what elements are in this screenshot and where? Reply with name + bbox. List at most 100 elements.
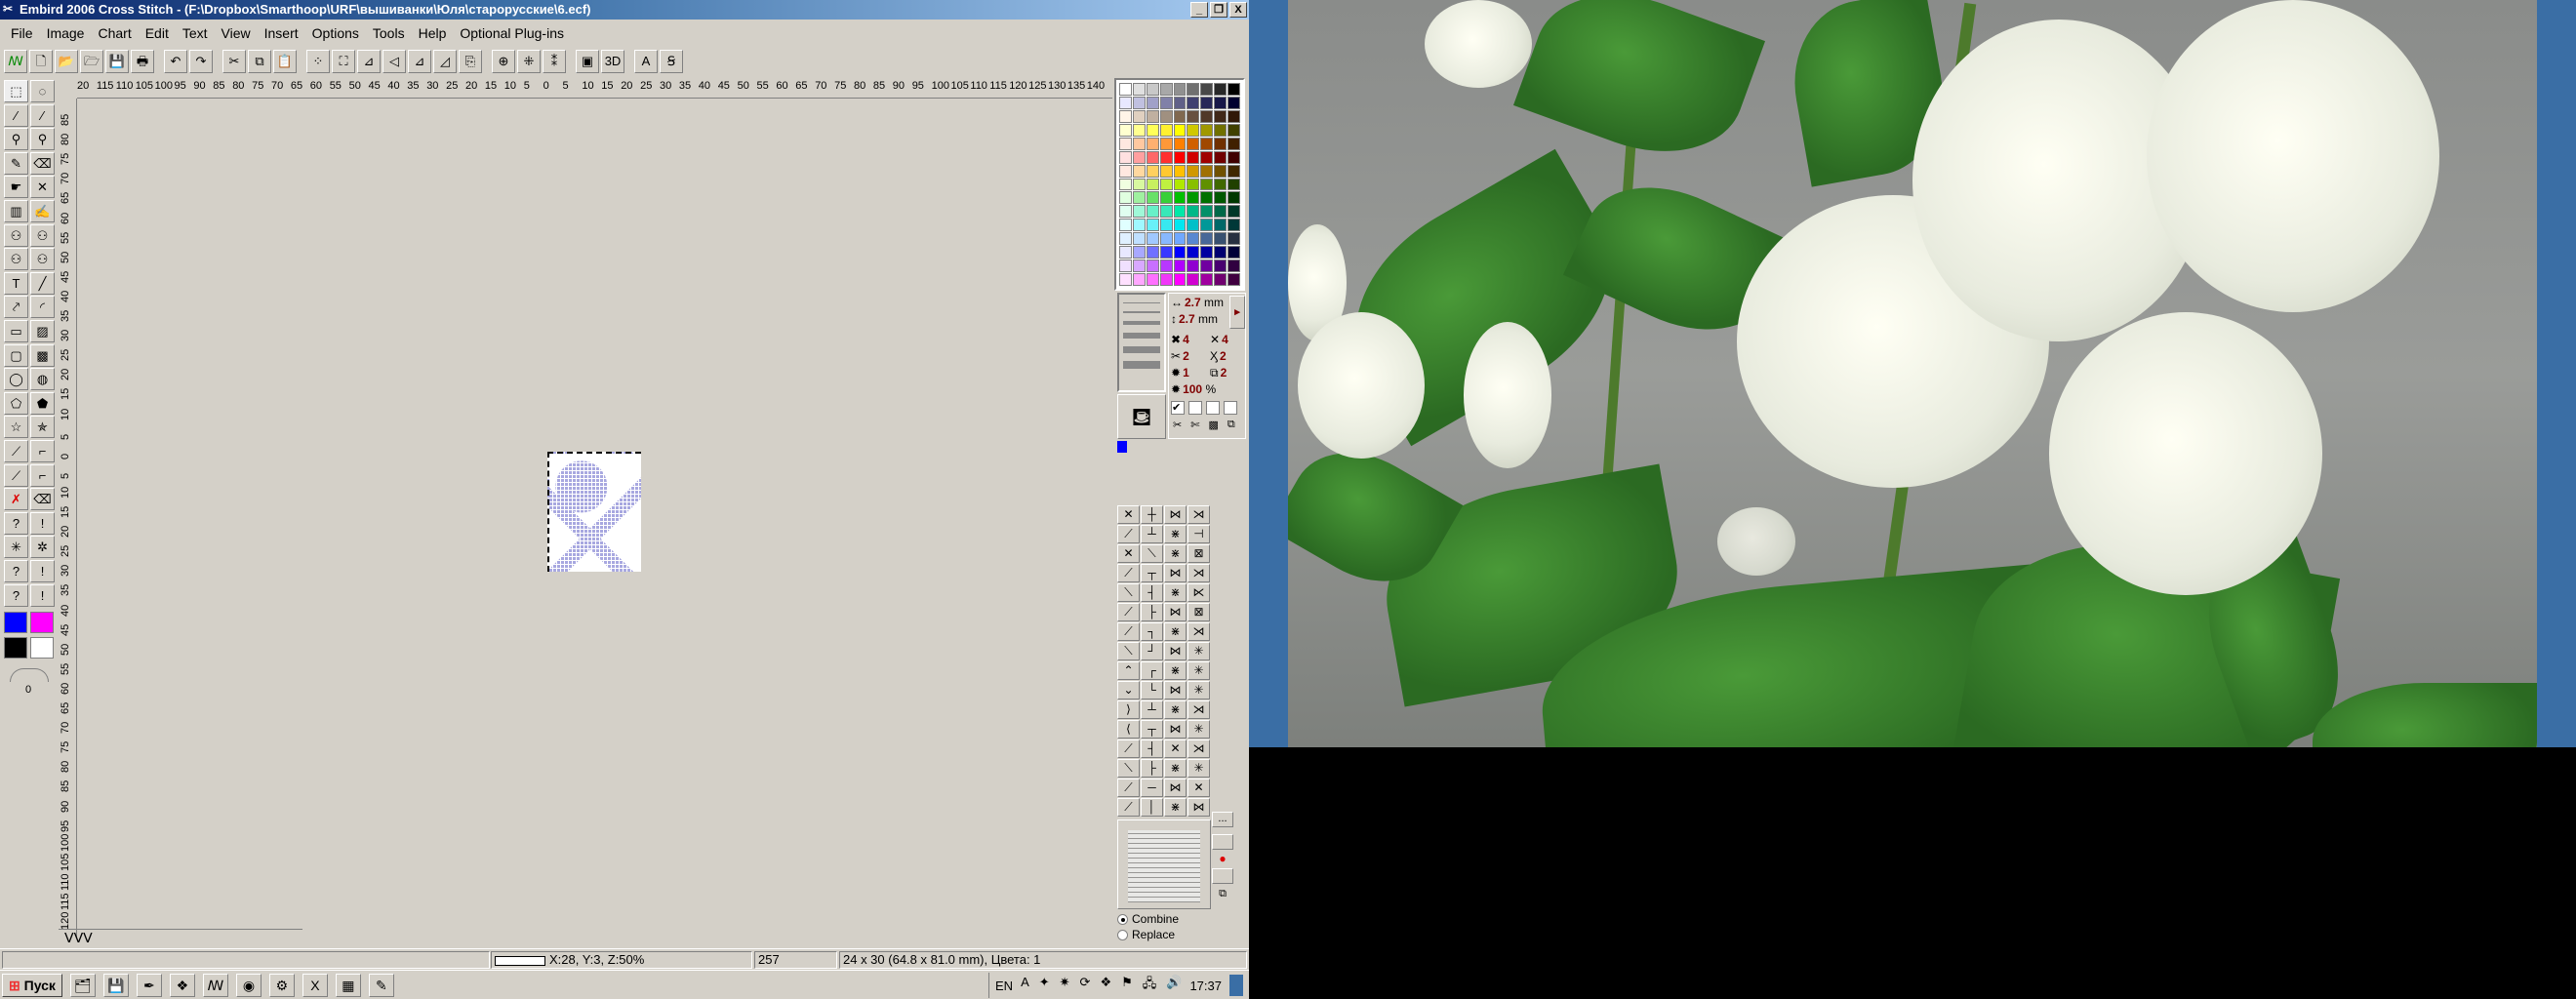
stitch-type-button[interactable]: ✕ [1117,505,1140,524]
stitch-type-button[interactable]: ⋈ [1164,505,1187,524]
stitch-type-button[interactable]: ├ [1141,759,1163,778]
palette-color[interactable] [1228,246,1240,260]
stitch-type-button[interactable]: ⟩ [1117,700,1140,719]
palette-color[interactable] [1146,123,1159,137]
more-button[interactable]: ... [1212,812,1233,827]
palette-color[interactable] [1200,96,1214,109]
clock[interactable]: 17:37 [1189,979,1222,993]
palette-color[interactable] [1146,164,1159,178]
palette-color[interactable] [1173,137,1187,150]
eyedropper-tool[interactable]: ⤤ [4,296,28,319]
palette-color[interactable] [1132,232,1146,246]
palette-color[interactable] [1200,232,1214,246]
stitch-type-button[interactable]: ⋈ [1164,564,1187,582]
magic-wand-tool[interactable]: ⁄ [4,103,28,127]
stitch-type-button[interactable]: ┬ [1141,564,1163,582]
dropbox-tray-tray-icon[interactable]: ❖ [1100,975,1111,996]
palette-color[interactable] [1132,164,1146,178]
palette-color[interactable] [1214,178,1228,191]
palette-color[interactable] [1228,219,1240,232]
palette-color[interactable] [1228,96,1240,109]
text-tool-tool[interactable]: T [4,271,28,295]
palette-color[interactable] [1200,137,1214,150]
open-button[interactable]: 📂 [55,50,78,73]
cut-button[interactable]: ✂ [222,50,246,73]
stitch-type-button[interactable]: ⊠ [1187,603,1210,621]
stitch-type-button[interactable]: ⊣ [1187,525,1210,543]
ellipse-tool[interactable]: ◯ [4,368,28,391]
palette-color[interactable] [1187,178,1200,191]
stitch-type-button[interactable]: ├ [1141,603,1163,621]
palette-color[interactable] [1119,164,1132,178]
stitch-type-button[interactable]: ⋇ [1164,798,1187,817]
stitch-type-button[interactable]: ⋈ [1164,779,1187,797]
palette-color[interactable] [1187,273,1200,286]
stitch-type-button[interactable]: ⋈ [1187,798,1210,817]
palette-color[interactable] [1200,246,1214,260]
palette-color[interactable] [1146,83,1159,96]
full-view-button[interactable]: ⛶ [332,50,355,73]
center-button[interactable]: ⊕ [492,50,515,73]
stitch-type-button[interactable]: ⟍ [1141,544,1163,563]
palette-color[interactable] [1173,150,1187,164]
notify-tray-icon[interactable]: ✦ [1039,975,1050,996]
stitch-type-button[interactable]: ⟋ [1117,739,1140,758]
palette-color[interactable] [1159,83,1173,96]
select-rect-tool[interactable]: ⬚ [4,80,28,102]
select-area-button[interactable]: ⁘ [306,50,330,73]
stitch-type-button[interactable]: ⋇ [1164,583,1187,602]
palette-color[interactable] [1200,164,1214,178]
palette-color[interactable] [1187,191,1200,205]
palette-color[interactable] [1173,191,1187,205]
taskbar-save-app-button[interactable]: 💾 [102,973,129,997]
center-h-button[interactable]: ⁑ [543,50,566,73]
acrobat-tray-icon[interactable]: A [1021,975,1029,996]
palette-color[interactable] [1119,96,1132,109]
palette-color[interactable] [1159,123,1173,137]
palette-color[interactable] [1200,273,1214,286]
magic-wand-2-tool[interactable]: ⁄ [30,103,55,127]
pick-3-tool[interactable]: ⚇ [4,248,28,271]
menu-insert[interactable]: Insert [258,25,305,41]
palette-color[interactable] [1228,137,1240,150]
eraser-tool[interactable]: ⌫ [30,151,55,175]
palette-color[interactable] [1132,96,1146,109]
backstitch-2-tool[interactable]: ⟋ [4,463,28,487]
stitch-type-button[interactable]: ⋉ [1187,583,1210,602]
stitch-type-button[interactable]: ⟍ [1117,642,1140,660]
color-button[interactable] [1212,834,1233,850]
palette-color[interactable] [1228,205,1240,219]
stitch-type-button[interactable]: ⋇ [1164,622,1187,641]
stitch-type-button[interactable]: ┴ [1141,700,1163,719]
menu-file[interactable]: File [4,25,40,41]
resize-button[interactable]: ⎘ [459,50,482,73]
zoom-2-tool[interactable]: ⚲ [30,128,55,151]
palette-color[interactable] [1187,83,1200,96]
taskbar-embird-button[interactable]: ꟿ [202,973,228,997]
center-v-button[interactable]: ⁜ [517,50,541,73]
palette-color[interactable] [1132,109,1146,123]
palette-color[interactable] [1159,150,1173,164]
stitch-type-button[interactable]: ⟍ [1117,583,1140,602]
brush-tool[interactable]: ✍ [30,200,55,222]
start-button[interactable]: ⊞ Пуск [2,973,62,997]
horizontal-scrollbar[interactable]: ᐯᐯᐯ [59,929,302,946]
palette-color[interactable] [1146,137,1159,150]
palette-color[interactable] [1119,246,1132,260]
palette-color[interactable] [1119,123,1132,137]
stitch-type-button[interactable]: ┤ [1141,739,1163,758]
palette-color[interactable] [1228,260,1240,273]
paste-button[interactable]: 📋 [273,50,297,73]
pencil-tool[interactable]: ✎ [4,151,28,175]
stitch-type-button[interactable]: ⋊ [1187,700,1210,719]
palette-color[interactable] [1228,150,1240,164]
backstitch-tool[interactable]: ⟋ [4,440,28,462]
palette-color[interactable] [1146,219,1159,232]
palette-color[interactable] [1132,83,1146,96]
palette-color[interactable] [1173,96,1187,109]
stitch-type-button[interactable]: ✕ [1117,544,1140,563]
fill-bucket-button[interactable]: ⛾ [1117,394,1166,439]
star-filled-tool[interactable]: ✯ [30,416,55,439]
mirror-h-button[interactable]: ◁ [382,50,406,73]
menu-tools[interactable]: Tools [366,25,412,41]
